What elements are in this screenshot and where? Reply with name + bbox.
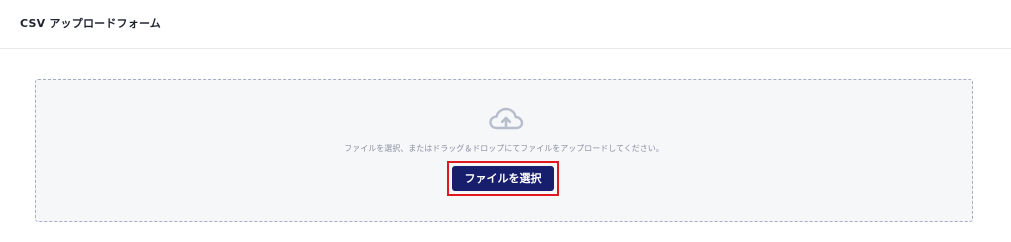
file-dropzone[interactable]: ファイルを選択、またはドラッグ＆ドロップにてファイルをアップロードしてください。… (35, 79, 973, 222)
cloud-upload-icon (489, 107, 524, 130)
upload-form-page: CSV アップロードフォーム ファイルを選択、またはドラッグ＆ドロップにてファイ… (0, 0, 1011, 242)
page-header: CSV アップロードフォーム (0, 0, 1011, 49)
select-file-button[interactable]: ファイルを選択 (452, 166, 554, 191)
page-title: CSV アップロードフォーム (20, 17, 162, 30)
button-highlight-frame: ファイルを選択 (447, 161, 559, 196)
dropzone-instruction: ファイルを選択、またはドラッグ＆ドロップにてファイルをアップロードしてください。 (344, 144, 664, 153)
